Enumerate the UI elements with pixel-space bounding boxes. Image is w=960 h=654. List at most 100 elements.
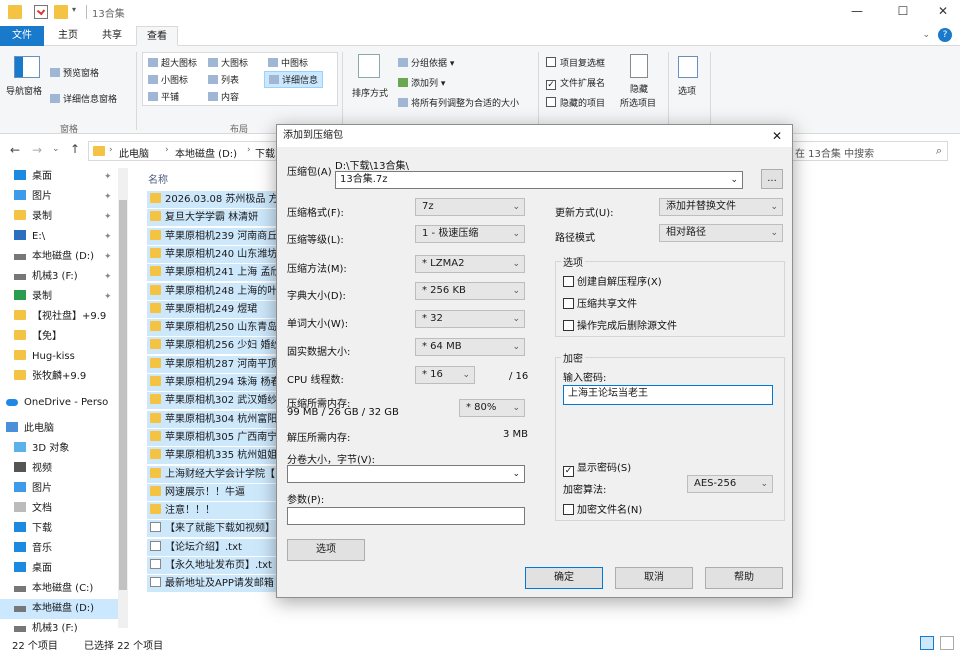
table-row[interactable]: 复旦大学学霸 林清妍 [147, 209, 279, 227]
details-pane-button[interactable]: 详细信息窗格 [50, 92, 117, 105]
address-bar[interactable]: › 此电脑 › 本地磁盘 (D:) › 下载 [88, 141, 278, 161]
nav-item-downloads[interactable]: 下载 [0, 519, 118, 539]
table-row[interactable]: 2026.03.08 苏州极品 方 [147, 191, 279, 208]
table-row[interactable]: 苹果原相机240 山东潍坊 [147, 245, 279, 263]
table-row[interactable]: 苹果原相机239 河南商丘 [147, 227, 279, 245]
split-size-input[interactable]: ⌄ [287, 465, 525, 483]
qa-dropdown-icon[interactable]: ▾ [72, 5, 80, 19]
tab-view[interactable]: 查看 [136, 26, 178, 46]
minimize-button[interactable]: — [842, 4, 872, 22]
options-button[interactable]: 选项 [678, 84, 696, 97]
new-folder-icon[interactable] [54, 5, 68, 19]
nav-item-desktop-2[interactable]: 桌面 [0, 559, 118, 579]
table-row[interactable]: 苹果原相机250 山东青岛 [147, 319, 279, 337]
show-password-checkbox[interactable]: ✓ 显示密码(S) [563, 459, 631, 477]
group-by-button[interactable]: 分组依据 ▾ [398, 56, 454, 69]
solid-size-select[interactable]: * 64 MB ⌄ [415, 338, 525, 356]
table-row[interactable]: 网速展示！！牛逼 [147, 483, 279, 501]
nav-pane-icon[interactable] [14, 56, 40, 78]
path-mode-select[interactable]: 相对路径 ⌄ [659, 224, 783, 242]
level-select[interactable]: 1 - 极速压缩 ⌄ [415, 225, 525, 243]
update-mode-select[interactable]: 添加并替换文件 ⌄ [659, 198, 783, 216]
delete-after-checkbox[interactable]: 操作完成后删除源文件 [563, 317, 677, 332]
nav-item-pictures[interactable]: 图片 ✦ [0, 187, 118, 207]
layout-medium-icons[interactable]: 中图标 [268, 56, 308, 69]
nav-item-pictures-2[interactable]: 图片 [0, 479, 118, 499]
method-select[interactable]: * LZMA2 ⌄ [415, 255, 525, 273]
nav-item-3d-objects[interactable]: 3D 对象 [0, 439, 118, 459]
params-input[interactable] [287, 507, 525, 525]
options-button[interactable]: 选项 [287, 539, 365, 561]
nav-item-recordings-2[interactable]: 录制 ✦ [0, 287, 118, 307]
layout-small-icons[interactable]: 小图标 [148, 73, 188, 86]
nav-item-f-drive[interactable]: 机械3 (F:) ✦ [0, 267, 118, 287]
breadcrumb-drive-d[interactable]: 本地磁盘 (D:) [175, 145, 237, 160]
large-icons-view-icon[interactable] [940, 636, 954, 650]
recent-dropdown-icon[interactable]: ⌄ [52, 144, 60, 154]
up-arrow-icon[interactable]: ↑ [70, 142, 80, 156]
cpu-threads-select[interactable]: * 16 ⌄ [415, 366, 475, 384]
table-row[interactable]: 【永久地址发布页】.txt [147, 557, 279, 574]
nav-pane-button[interactable]: 导航窗格 [6, 84, 42, 97]
layout-tiles[interactable]: 平铺 [148, 90, 179, 103]
nav-item-videos[interactable]: 视频 [0, 459, 118, 479]
layout-list[interactable]: 列表 [208, 73, 239, 86]
table-row[interactable]: 苹果原相机302 武汉婚纱 [147, 392, 279, 410]
forward-arrow-icon[interactable]: → [32, 143, 42, 157]
preview-pane-button[interactable]: 预览窗格 [50, 66, 99, 79]
cancel-button[interactable]: 取消 [615, 567, 693, 589]
tab-file[interactable]: 文件 [0, 26, 44, 46]
table-row[interactable]: 苹果原相机304 杭州富阳 [147, 410, 279, 428]
nav-item-c-drive[interactable]: 本地磁盘 (C:) [0, 579, 118, 599]
nav-item-desktop[interactable]: 桌面 ✦ [0, 167, 118, 187]
nav-scrollbar-thumb[interactable] [119, 200, 127, 590]
nav-item-folder[interactable]: 【视社盘】+9.9 [0, 307, 118, 327]
layout-large-icons[interactable]: 大图标 [208, 56, 248, 69]
help-button[interactable]: 帮助 [705, 567, 783, 589]
table-row[interactable]: 苹果原相机305 广西南宁 [147, 428, 279, 446]
encrypt-names-checkbox[interactable]: 加密文件名(N) [563, 501, 642, 516]
layout-extra-large-icons[interactable]: 超大图标 [148, 56, 197, 69]
help-icon[interactable]: ? [938, 28, 952, 42]
password-input[interactable]: 上海王论坛当老王 [563, 385, 773, 405]
nav-item-this-pc[interactable]: 此电脑 [0, 419, 118, 439]
column-header-name[interactable]: 名称 [148, 171, 168, 186]
tab-home[interactable]: 主页 [48, 26, 88, 46]
tab-share[interactable]: 共享 [92, 26, 132, 46]
details-view-icon[interactable] [920, 636, 934, 650]
nav-item-documents[interactable]: 文档 [0, 499, 118, 519]
nav-item-d-drive[interactable]: 本地磁盘 (D:) ✦ [0, 247, 118, 267]
table-row[interactable]: 苹果原相机256 少妇 婚纱 [147, 337, 279, 355]
format-select[interactable]: 7z ⌄ [415, 198, 525, 216]
collapse-ribbon-icon[interactable]: ⌄ [922, 30, 930, 40]
add-column-button[interactable]: 添加列 ▾ [398, 76, 445, 89]
table-row[interactable]: 苹果原相机335 杭州姐姐 [147, 447, 279, 465]
breadcrumb-this-pc[interactable]: 此电脑 [119, 145, 149, 160]
nav-item-folder[interactable]: 张牧麟+9.9 [0, 367, 118, 387]
file-extension-toggle[interactable]: ✓ 文件扩展名 [546, 76, 605, 90]
table-row[interactable]: 上海财经大学会计学院【 [147, 465, 279, 483]
nav-item-recordings[interactable]: 录制 ✦ [0, 207, 118, 227]
hidden-items-toggle[interactable]: 隐藏的项目 [546, 96, 605, 109]
table-row[interactable]: 【论坛介绍】.txt [147, 538, 279, 556]
table-row[interactable]: 苹果原相机248 上海的叶 [147, 282, 279, 300]
close-button[interactable]: ✕ [928, 4, 958, 22]
back-arrow-icon[interactable]: ← [10, 143, 20, 157]
dictionary-select[interactable]: * 256 KB ⌄ [415, 282, 525, 300]
nav-item-d-drive-2[interactable]: 本地磁盘 (D:) [0, 599, 118, 619]
chevron-down-icon[interactable]: ⌄ [730, 172, 738, 188]
nav-item-music[interactable]: 音乐 [0, 539, 118, 559]
browse-button[interactable]: ... [761, 169, 783, 189]
table-row[interactable]: 苹果原相机249 煜珺 [147, 300, 279, 318]
table-row[interactable]: 苹果原相机241 上海 孟欣 [147, 264, 279, 282]
table-row[interactable]: 苹果原相机287 河南平顶 [147, 355, 279, 373]
nav-item-folder[interactable]: Hug-kiss [0, 347, 118, 367]
hide-selected-button[interactable]: 隐藏 [630, 82, 648, 95]
create-sfx-checkbox[interactable]: 创建自解压程序(X) [563, 273, 662, 288]
layout-details[interactable]: 详细信息 [264, 71, 324, 88]
ok-button[interactable]: 确定 [525, 567, 603, 589]
nav-item-onedrive[interactable]: OneDrive - Perso [0, 393, 118, 413]
table-row[interactable]: 苹果原相机294 珠海 杨春 [147, 374, 279, 391]
properties-icon[interactable] [34, 5, 48, 19]
fit-columns-button[interactable]: 将所有列调整为合适的大小 [398, 96, 519, 109]
